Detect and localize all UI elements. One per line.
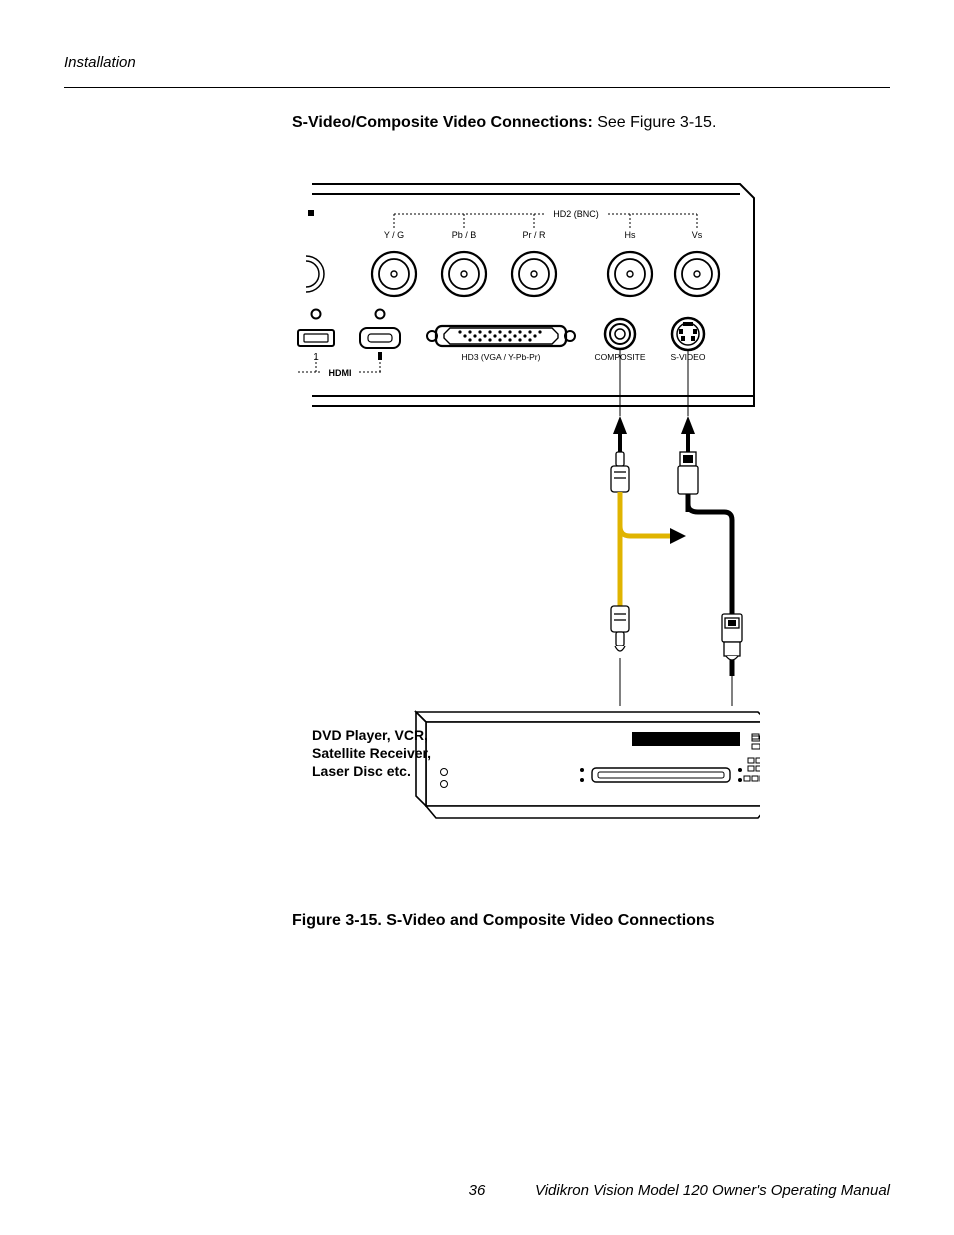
bnc-label-2: Pr / R [522, 230, 546, 240]
hdmi-port-2 [360, 328, 400, 348]
hdmi-label: HDMI [329, 368, 352, 378]
bnc-label-4: Vs [692, 230, 703, 240]
bnc-connector-4 [675, 252, 719, 296]
svideo-plug-top [678, 452, 698, 494]
bnc-label-1: Pb / B [452, 230, 477, 240]
hdmi-port-1 [298, 330, 334, 346]
bnc-connector-2 [512, 252, 556, 296]
bnc-label-3: Hs [625, 230, 636, 240]
bnc-connector-1 [442, 252, 486, 296]
composite-cable [620, 492, 670, 536]
bnc-connector-row [372, 252, 719, 296]
svideo-plug-bottom [722, 614, 742, 660]
composite-plug-top [611, 452, 629, 492]
intro-lead: S-Video/Composite Video Connections: [292, 114, 597, 131]
bnc-labels: Y / G Pb / B Pr / R Hs Vs [384, 230, 703, 240]
bnc-connector-3 [608, 252, 652, 296]
arrow-up-composite [613, 416, 627, 434]
screw-hole-1 [312, 310, 321, 319]
page-footer: 36 Vidikron Vision Model 120 Owner's Ope… [64, 1182, 890, 1199]
header-rule [64, 87, 890, 88]
hdmi-1-mark: 1 [313, 352, 319, 363]
hd2-label: HD2 (BNC) [553, 209, 599, 219]
running-head: Installation [64, 54, 890, 71]
page-number: 36 [469, 1182, 486, 1199]
panel-dot [308, 210, 314, 216]
hd2-group-label [394, 214, 697, 228]
screw-hole-2 [376, 310, 385, 319]
edge-connector [306, 256, 324, 292]
figure-3-15: HD2 (BNC) Y / G Pb / B Pr / R Hs Vs [292, 176, 760, 886]
footer-manual-title: Vidikron Vision Model 120 Owner's Operat… [535, 1182, 890, 1199]
hdmi-2-mark [378, 352, 382, 360]
composite-port [605, 319, 635, 349]
composite-arrow-right [670, 528, 686, 544]
bnc-label-0: Y / G [384, 230, 404, 240]
intro-rest: See Figure 3-15. [597, 114, 716, 131]
figure-caption: Figure 3-15. S-Video and Composite Video… [292, 912, 890, 930]
arrow-up-svideo [681, 416, 695, 434]
hd3-label: HD3 (VGA / Y-Pb-Pr) [462, 352, 541, 362]
svideo-port [672, 318, 704, 350]
intro-paragraph: S-Video/Composite Video Connections: See… [292, 114, 890, 132]
source-device [416, 712, 760, 818]
composite-plug-bottom [611, 606, 629, 651]
vga-port [427, 326, 575, 346]
bnc-connector-0 [372, 252, 416, 296]
